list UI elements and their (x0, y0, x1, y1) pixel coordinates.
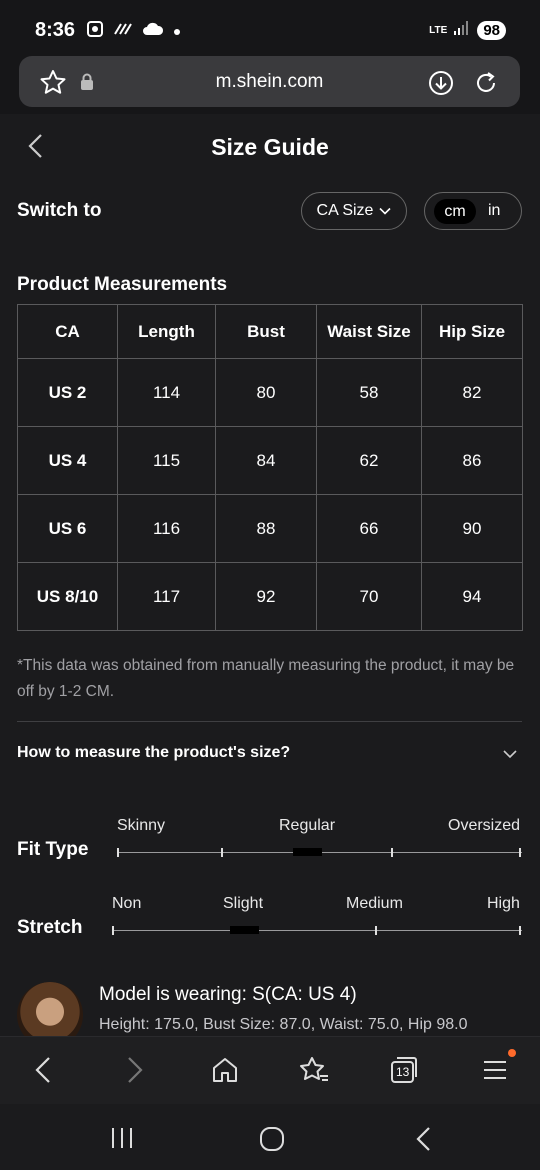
table-cell: US 2 (17, 358, 118, 427)
page-title: Size Guide (211, 134, 329, 160)
table-cell: 82 (421, 358, 523, 427)
table-cell: 80 (215, 358, 317, 427)
measurements-table: CA Length Bust Waist Size Hip Size US 2 … (17, 304, 523, 631)
recent-apps-icon[interactable] (110, 1126, 134, 1155)
table-cell: US 4 (17, 426, 118, 495)
notification-dot (508, 1049, 516, 1057)
fit-type-label: Fit Type (17, 839, 89, 860)
system-navigation-bar (0, 1104, 540, 1170)
fit-scale-label: Skinny (117, 817, 166, 834)
table-cell: 84 (215, 426, 317, 495)
table-cell: 94 (421, 562, 523, 631)
column-header: CA (17, 304, 118, 359)
status-time: 8:36 (35, 19, 76, 41)
forward-icon[interactable] (124, 1055, 146, 1090)
chevron-down-icon (379, 202, 392, 220)
chevron-down-icon[interactable] (502, 746, 518, 764)
browser-toolbar: m.shein.com (0, 50, 540, 114)
table-cell: 116 (117, 494, 216, 563)
table-cell: 66 (316, 494, 422, 563)
cloud-icon (142, 21, 164, 42)
stretch-scale-label: Medium (346, 895, 403, 912)
back-icon[interactable] (32, 1055, 54, 1090)
fit-tick (391, 848, 393, 857)
page-header: Size Guide (0, 114, 540, 178)
table-cell: US 6 (17, 494, 118, 563)
table-cell: 115 (117, 426, 216, 495)
table-header-row: CA Length Bust Waist Size Hip Size (17, 304, 523, 359)
measurement-note: *This data was obtained from manually me… (17, 657, 515, 700)
stretch-tick (519, 926, 521, 935)
column-header: Bust (215, 304, 317, 359)
table-cell: US 8/10 (17, 562, 118, 631)
stretch-tick (112, 926, 114, 935)
status-notifications (86, 20, 181, 43)
column-header: Hip Size (421, 304, 523, 359)
wifi-calling-icon (113, 22, 133, 41)
table-cell: 62 (316, 426, 422, 495)
table-cell: 86 (421, 426, 523, 495)
download-icon[interactable] (427, 69, 455, 102)
bookmarks-icon[interactable] (298, 1055, 330, 1090)
stretch-label: Stretch (17, 917, 83, 938)
stretch-selected-marker (230, 926, 259, 934)
switch-label: Switch to (17, 200, 102, 221)
signal-icon (453, 20, 471, 41)
unit-in-option[interactable]: in (488, 202, 500, 220)
table-row: US 4 115 84 62 86 (17, 426, 523, 495)
stretch-scale-label: Non (112, 895, 142, 912)
table-cell: 58 (316, 358, 422, 427)
stretch-tick (375, 926, 377, 935)
column-header: Length (117, 304, 216, 359)
system-back-icon[interactable] (414, 1126, 432, 1157)
screenshot-icon (86, 20, 104, 43)
fit-scale-label: Regular (279, 817, 336, 834)
stretch-scale-track (113, 930, 522, 931)
table-row: US 8/10 117 92 70 94 (17, 562, 523, 631)
table-cell: 90 (421, 494, 523, 563)
tab-count: 13 (396, 1065, 410, 1079)
unit-cm-option[interactable]: cm (434, 199, 476, 224)
how-to-measure-link[interactable]: How to measure the product's size? (17, 744, 290, 762)
unit-toggle: cm in (424, 192, 522, 230)
fit-scale-label: Oversized (448, 817, 521, 834)
browser-bottom-nav: 13 (0, 1036, 540, 1104)
dot-icon (173, 23, 181, 41)
model-wearing-title: Model is wearing: S(CA: US 4) (99, 984, 357, 1005)
table-row: US 6 116 88 66 90 (17, 494, 523, 563)
reload-icon[interactable] (472, 69, 500, 102)
stretch-scale-label: High (487, 895, 520, 912)
column-header: Waist Size (316, 304, 422, 359)
status-right: LTE 98 (429, 20, 506, 41)
address-bar[interactable]: m.shein.com (19, 56, 520, 107)
table-cell: 92 (215, 562, 317, 631)
size-system-value: CA Size (316, 202, 374, 219)
table-cell: 88 (215, 494, 317, 563)
network-type: LTE (429, 25, 448, 36)
battery-level: 98 (477, 21, 506, 40)
size-system-select[interactable]: CA Size (301, 192, 407, 230)
table-cell: 70 (316, 562, 422, 631)
table-cell: 114 (117, 358, 216, 427)
model-measurements: Height: 175.0, Bust Size: 87.0, Waist: 7… (99, 1016, 468, 1033)
fit-tick (519, 848, 521, 857)
table-cell: 117 (117, 562, 216, 631)
fit-tick (117, 848, 119, 857)
measurements-title: Product Measurements (17, 274, 228, 295)
fit-tick (221, 848, 223, 857)
home-icon[interactable] (210, 1055, 240, 1090)
fit-selected-marker (293, 848, 322, 856)
table-row: US 2 114 80 58 82 (17, 358, 523, 427)
home-button-icon[interactable] (259, 1126, 285, 1157)
menu-icon[interactable] (482, 1055, 508, 1090)
stretch-scale-label: Slight (223, 895, 264, 912)
divider (17, 721, 522, 722)
